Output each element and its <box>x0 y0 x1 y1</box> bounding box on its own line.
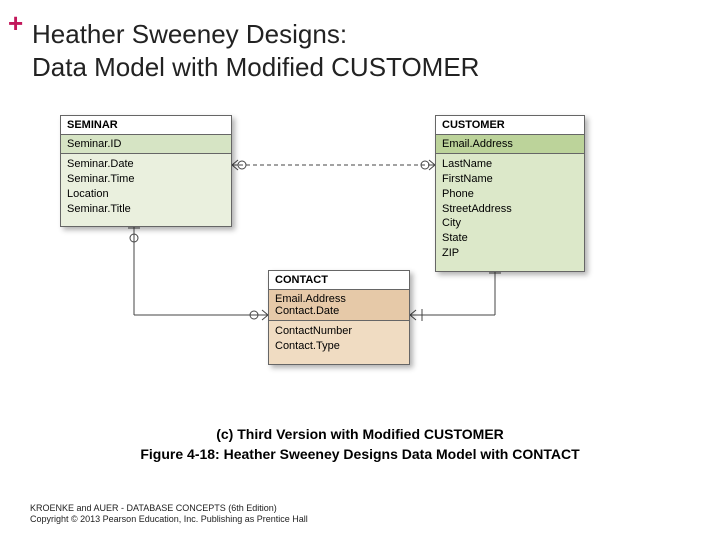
attr: ZIP <box>442 246 578 261</box>
page-title: Heather Sweeney Designs: Data Model with… <box>32 18 479 83</box>
entity-customer-name: CUSTOMER <box>436 116 584 134</box>
figure-caption: (c) Third Version with Modified CUSTOMER… <box>0 425 720 464</box>
attr: Seminar.Title <box>67 202 225 217</box>
footer-line-2: Copyright © 2013 Pearson Education, Inc.… <box>30 514 308 526</box>
caption-line-1: (c) Third Version with Modified CUSTOMER <box>216 426 504 442</box>
attr: Location <box>67 187 225 202</box>
attr: Seminar.Time <box>67 172 225 187</box>
entity-seminar: SEMINAR Seminar.ID Seminar.Date Seminar.… <box>60 115 232 227</box>
attr: StreetAddress <box>442 202 578 217</box>
accent-plus: + <box>8 8 23 39</box>
entity-contact-attrs: ContactNumber Contact.Type <box>269 321 409 364</box>
attr: LastName <box>442 157 578 172</box>
title-line-2: Data Model with Modified CUSTOMER <box>32 52 479 82</box>
attr: State <box>442 231 578 246</box>
entity-customer-attrs: LastName FirstName Phone StreetAddress C… <box>436 154 584 271</box>
entity-contact: CONTACT Email.Address Contact.Date Conta… <box>268 270 410 365</box>
pk-line: Email.Address <box>275 293 403 305</box>
footer-line-1: KROENKE and AUER - DATABASE CONCEPTS (6t… <box>30 503 308 515</box>
attr: Contact.Type <box>275 339 403 354</box>
copyright-footer: KROENKE and AUER - DATABASE CONCEPTS (6t… <box>30 503 308 526</box>
pk-line: Contact.Date <box>275 305 403 317</box>
entity-seminar-pk: Seminar.ID <box>61 134 231 154</box>
attr: FirstName <box>442 172 578 187</box>
entity-seminar-name: SEMINAR <box>61 116 231 134</box>
attr: ContactNumber <box>275 324 403 339</box>
entity-contact-pk: Email.Address Contact.Date <box>269 289 409 321</box>
title-line-1: Heather Sweeney Designs: <box>32 19 347 49</box>
caption-line-2: Figure 4-18: Heather Sweeney Designs Dat… <box>140 446 579 462</box>
attr: Seminar.Date <box>67 157 225 172</box>
entity-seminar-attrs: Seminar.Date Seminar.Time Location Semin… <box>61 154 231 226</box>
er-diagram: SEMINAR Seminar.ID Seminar.Date Seminar.… <box>0 110 720 410</box>
entity-customer-pk: Email.Address <box>436 134 584 154</box>
entity-contact-name: CONTACT <box>269 271 409 289</box>
attr: City <box>442 216 578 231</box>
attr: Phone <box>442 187 578 202</box>
entity-customer: CUSTOMER Email.Address LastName FirstNam… <box>435 115 585 272</box>
